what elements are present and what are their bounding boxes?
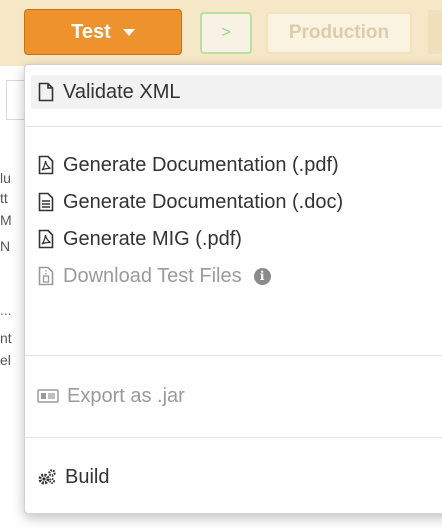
archive-file-icon (37, 266, 55, 286)
menu-item-label: Generate Documentation (.doc) (63, 190, 344, 213)
pdf-file-icon (37, 229, 55, 249)
menu-divider (25, 355, 442, 356)
caret-down-icon (122, 28, 135, 36)
test-dropdown-menu: Validate XML Generate Documentation (.pd… (24, 64, 442, 514)
test-button-label: Test (71, 20, 111, 43)
pdf-file-icon (37, 155, 55, 175)
background-text-fragment: tt (0, 190, 8, 206)
info-icon[interactable]: i (253, 267, 271, 285)
jar-icon (37, 386, 59, 406)
menu-item-label: Generate Documentation (.pdf) (63, 153, 339, 176)
menu-item-download-test-files[interactable]: Download Test Files i (37, 259, 442, 293)
menu-item-label: Download Test Files (63, 264, 242, 287)
menu-item-label: Build (65, 465, 110, 488)
menu-item-generate-mig-pdf[interactable]: Generate MIG (.pdf) (37, 222, 442, 256)
background-text-fragment: el (0, 352, 11, 368)
cogs-icon (37, 467, 57, 487)
background-text-fragment: N (0, 238, 11, 254)
next-stage-label: > (221, 24, 231, 41)
menu-item-export-as-jar[interactable]: Export as .jar (37, 379, 442, 413)
background-text-fragment: M (0, 212, 12, 228)
background-text-fragment: nt (0, 330, 12, 346)
background-field-outline (6, 80, 26, 120)
menu-item-generate-documentation-doc[interactable]: Generate Documentation (.doc) (37, 185, 442, 219)
menu-item-label: Validate XML (63, 80, 181, 103)
menu-item-build[interactable]: Build (37, 460, 442, 494)
menu-item-validate-xml[interactable]: Validate XML (31, 75, 442, 109)
production-label: Production (288, 22, 390, 43)
production-button[interactable]: Production (266, 12, 412, 54)
toolbar-overflow-edge (428, 10, 442, 54)
menu-item-generate-documentation-pdf[interactable]: Generate Documentation (.pdf) (37, 148, 442, 182)
toolbar: Test > Production (0, 0, 442, 66)
doc-file-icon (37, 192, 55, 212)
menu-item-label: Export as .jar (67, 384, 185, 407)
file-icon (37, 82, 55, 102)
menu-divider (25, 126, 442, 127)
next-stage-button[interactable]: > (200, 12, 252, 54)
menu-item-label: Generate MIG (.pdf) (63, 227, 242, 250)
background-text-fragment: lu (0, 170, 11, 186)
test-dropdown-button[interactable]: Test (24, 9, 182, 55)
menu-divider (25, 437, 442, 438)
background-link-fragment: ... (0, 302, 12, 318)
